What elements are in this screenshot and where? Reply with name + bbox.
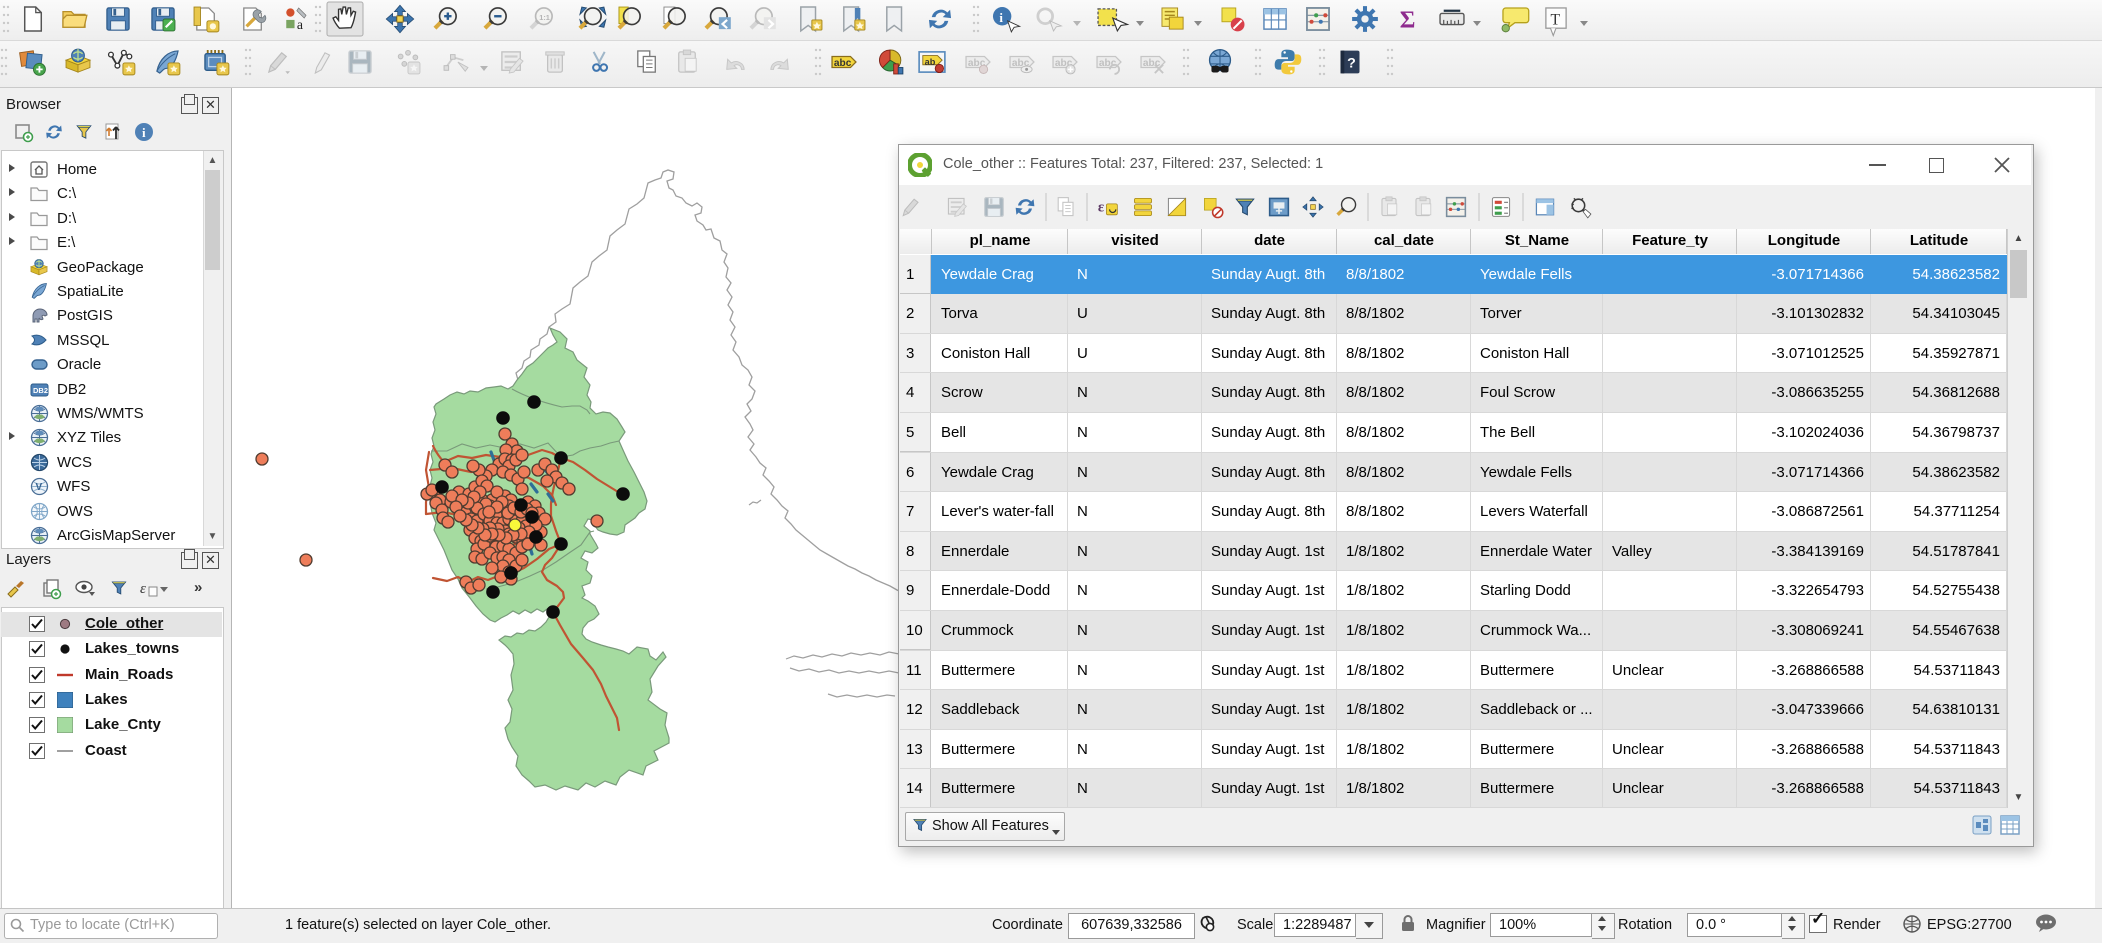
svg-text:?: ? — [1347, 56, 1356, 72]
svg-text:abc: abc — [1099, 58, 1117, 69]
svg-text:i: i — [999, 11, 1003, 25]
svg-text:T: T — [1550, 12, 1560, 29]
svg-text:a: a — [297, 17, 303, 32]
svg-text:abc: abc — [834, 58, 852, 69]
svg-text:DB2: DB2 — [33, 386, 48, 395]
svg-text:V: V — [36, 482, 43, 493]
svg-text:i: i — [142, 125, 146, 140]
svg-text:1:1: 1:1 — [539, 13, 550, 22]
svg-text:ε: ε — [140, 581, 146, 597]
svg-text:Σ: Σ — [1400, 7, 1416, 33]
svg-text:ε: ε — [1098, 200, 1105, 216]
svg-text:»: » — [194, 579, 202, 596]
svg-text:ab: ab — [925, 57, 936, 67]
